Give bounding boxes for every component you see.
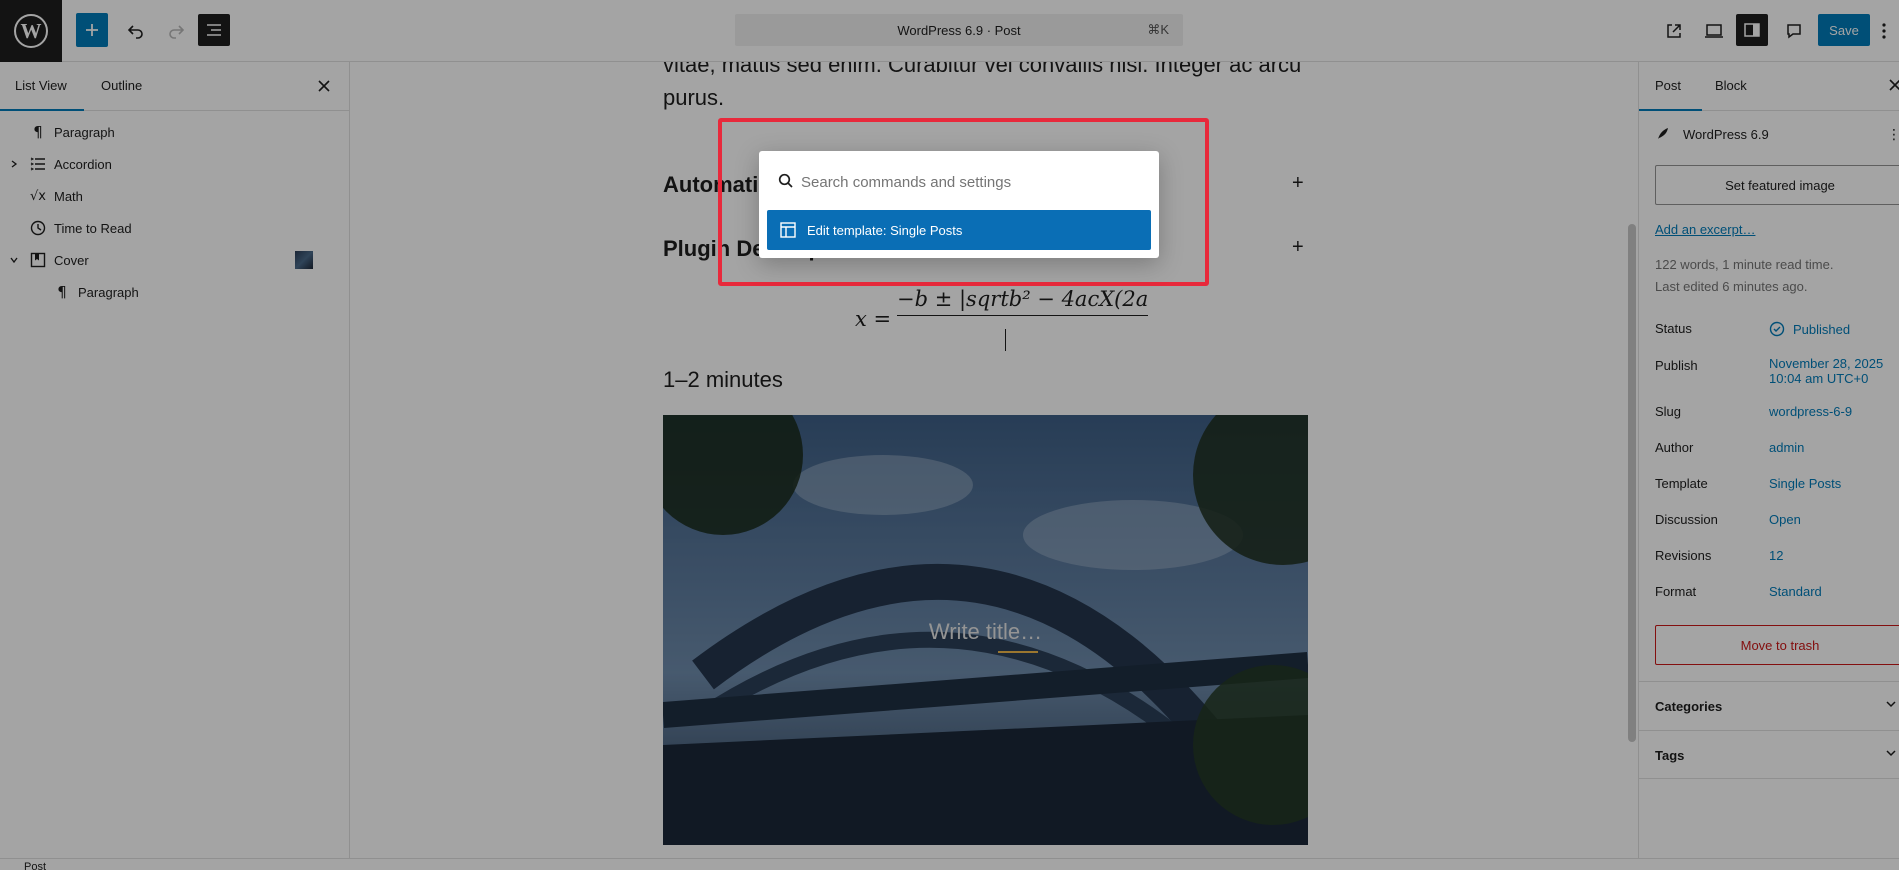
command-search-input[interactable] (801, 165, 1141, 199)
command-item-label: Edit template: Single Posts (807, 223, 963, 238)
command-item-edit-template[interactable]: Edit template: Single Posts (767, 210, 1151, 250)
layout-icon (779, 221, 797, 242)
search-icon (778, 173, 794, 189)
command-palette: Edit template: Single Posts (759, 151, 1159, 258)
